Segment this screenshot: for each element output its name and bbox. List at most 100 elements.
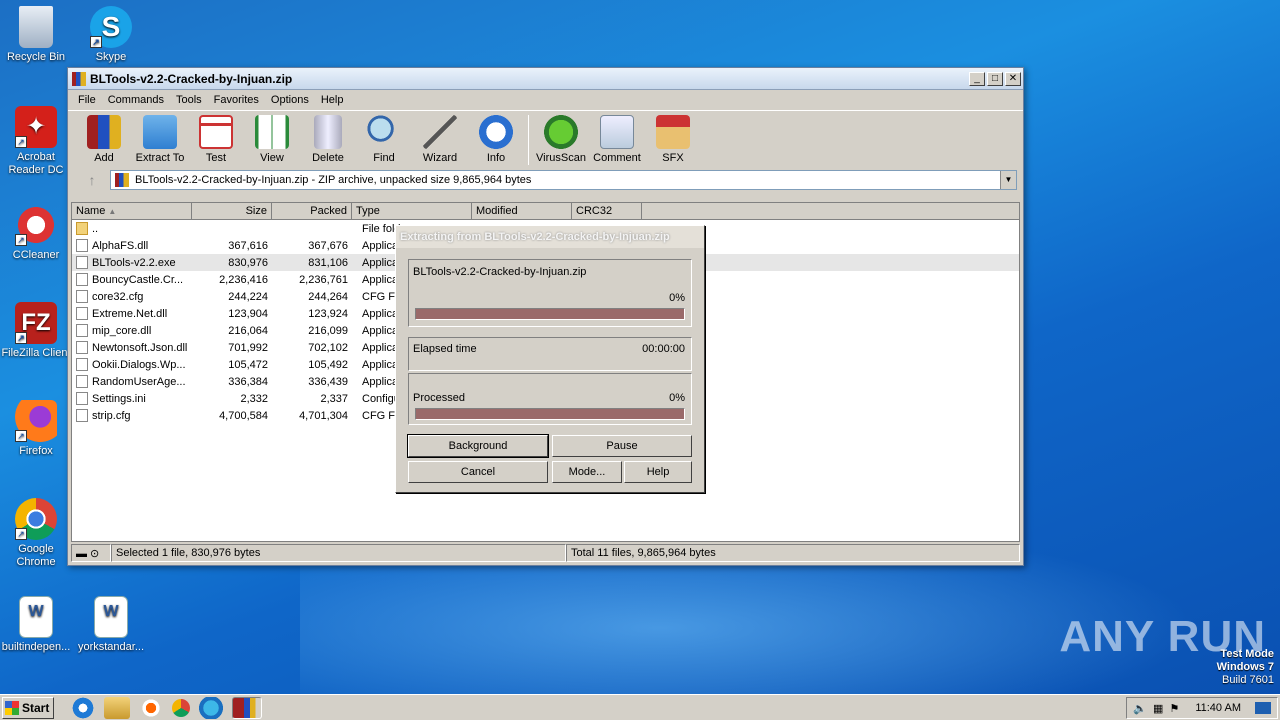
- close-button[interactable]: ✕: [1005, 71, 1021, 86]
- file-icon: [76, 392, 88, 405]
- file-icon: [76, 273, 88, 286]
- edge-taskbar-icon[interactable]: [198, 696, 224, 719]
- show-desktop-button[interactable]: [1255, 702, 1271, 714]
- shortcut-arrow-icon: ↗: [15, 332, 27, 344]
- virusscan-button[interactable]: VirusScan: [533, 115, 589, 164]
- file-name: Settings.ini: [92, 392, 146, 405]
- status-total: Total 11 files, 9,865,964 bytes: [566, 544, 1020, 562]
- file-packed: 367,676: [308, 239, 348, 252]
- test-mode-label: Test Mode Windows 7 Build 7601: [1217, 648, 1274, 687]
- column-packed[interactable]: Packed: [272, 203, 352, 219]
- cancel-button[interactable]: Cancel: [408, 461, 548, 483]
- file-size: 244,224: [228, 290, 268, 303]
- desktop-icon-word-doc-1[interactable]: W builtindepen...: [0, 596, 72, 654]
- book-icon: [255, 115, 289, 149]
- address-field[interactable]: BLTools-v2.2-Cracked-by-Injuan.zip - ZIP…: [110, 170, 1017, 190]
- menu-favorites[interactable]: Favorites: [208, 94, 265, 106]
- desktop-icon-label: Recycle Bin: [6, 51, 66, 63]
- extract-to-button[interactable]: Extract To: [132, 115, 188, 164]
- maximize-button[interactable]: □: [987, 71, 1003, 86]
- file-size: 2,236,416: [219, 273, 268, 286]
- minimize-button[interactable]: _: [969, 71, 985, 86]
- address-bar: ↑ BLTools-v2.2-Cracked-by-Injuan.zip - Z…: [68, 168, 1023, 192]
- ie-taskbar-icon[interactable]: [70, 696, 96, 719]
- file-name-cell: mip_core.dll: [72, 324, 192, 337]
- desktop-icon-label: Acrobat Reader DC: [8, 151, 64, 176]
- column-name[interactable]: Name ▲: [72, 203, 192, 219]
- winrar-icon: [72, 71, 86, 86]
- sort-up-icon: ▲: [108, 207, 117, 216]
- file-icon: [76, 358, 88, 371]
- start-button[interactable]: Start: [2, 696, 54, 719]
- archive-name: BLTools-v2.2-Cracked-by-Injuan.zip: [413, 266, 587, 278]
- pause-button[interactable]: Pause: [552, 435, 692, 457]
- explorer-taskbar-icon[interactable]: [104, 696, 130, 719]
- file-name-cell: BLTools-v2.2.exe: [72, 256, 192, 269]
- window-titlebar[interactable]: BLTools-v2.2-Cracked-by-Injuan.zip _ □ ✕: [68, 68, 1023, 90]
- info-button[interactable]: Info: [468, 115, 524, 164]
- folder-icon: [143, 115, 177, 149]
- clock[interactable]: 11:40 AM: [1195, 702, 1241, 714]
- up-arrow-icon[interactable]: ↑: [74, 170, 110, 190]
- file-icon: [76, 375, 88, 388]
- column-crc32[interactable]: CRC32: [572, 203, 642, 219]
- tool-label: Info: [486, 152, 506, 164]
- comment-icon: [600, 115, 634, 149]
- menu-file[interactable]: File: [72, 94, 102, 106]
- view-button[interactable]: View: [244, 115, 300, 164]
- taskbar: Start 🔈 ▦ ⚑ 11:40 AM: [0, 694, 1280, 720]
- file-name: strip.cfg: [92, 409, 131, 422]
- elapsed-value: 00:00:00: [642, 343, 685, 355]
- winrar-taskbar-icon[interactable]: [232, 696, 262, 719]
- add-button[interactable]: Add: [76, 115, 132, 164]
- acrobat-icon: ✦ ↗: [15, 106, 57, 148]
- sfx-button[interactable]: SFX: [645, 115, 701, 164]
- desktop-icon-acrobat[interactable]: ✦ ↗ Acrobat Reader DC: [0, 106, 72, 177]
- desktop-icon-firefox[interactable]: ↗ Firefox: [0, 400, 72, 458]
- desktop-icon-filezilla[interactable]: FZ ↗ FileZilla Client: [0, 302, 72, 360]
- file-packed: 336,439: [308, 375, 348, 388]
- desktop-icon-recycle-bin[interactable]: Recycle Bin: [0, 6, 72, 64]
- file-icon: [76, 341, 88, 354]
- menu-tools[interactable]: Tools: [170, 94, 208, 106]
- file-name: BLTools-v2.2.exe: [92, 256, 176, 269]
- build-line: Build 7601: [1222, 674, 1274, 686]
- clipboard-check-icon: [199, 115, 233, 149]
- file-packed: 2,337: [320, 392, 348, 405]
- delete-button[interactable]: Delete: [300, 115, 356, 164]
- virus-icon: [544, 115, 578, 149]
- firefox-icon: ↗: [15, 400, 57, 442]
- desktop-icon-ccleaner[interactable]: ↗ CCleaner: [0, 204, 72, 262]
- filezilla-icon: FZ ↗: [15, 302, 57, 344]
- file-list-header: Name ▲ Size Packed Type Modified CRC32: [72, 203, 1019, 220]
- column-size[interactable]: Size: [192, 203, 272, 219]
- mode-button[interactable]: Mode...: [552, 461, 622, 483]
- column-modified[interactable]: Modified: [472, 203, 572, 219]
- flag-icon[interactable]: ⚑: [1169, 702, 1179, 715]
- file-name-cell: BouncyCastle.Cr...: [72, 273, 192, 286]
- chrome-taskbar-icon[interactable]: [172, 698, 190, 717]
- file-packed: 244,264: [308, 290, 348, 303]
- desktop-icon-chrome[interactable]: ↗ Google Chrome: [0, 498, 72, 569]
- address-text: BLTools-v2.2-Cracked-by-Injuan.zip - ZIP…: [135, 174, 532, 186]
- desktop-icon-skype[interactable]: S ↗ Skype: [75, 6, 147, 64]
- wizard-button[interactable]: Wizard: [412, 115, 468, 164]
- volume-icon[interactable]: 🔈: [1133, 702, 1147, 715]
- help-button[interactable]: Help: [624, 461, 692, 483]
- dialog-title[interactable]: Extracting from BLTools-v2.2-Cracked-by-…: [396, 226, 704, 248]
- comment-button[interactable]: Comment: [589, 115, 645, 164]
- tool-label: Test: [205, 152, 227, 164]
- recycle-bin-icon: [19, 6, 53, 48]
- network-icon[interactable]: ▦: [1153, 702, 1163, 715]
- desktop-icon-word-doc-2[interactable]: W yorkstandar...: [75, 596, 147, 654]
- find-button[interactable]: Find: [356, 115, 412, 164]
- menu-commands[interactable]: Commands: [102, 94, 170, 106]
- test-button[interactable]: Test: [188, 115, 244, 164]
- background-button[interactable]: Background: [407, 434, 549, 458]
- windows-flag-icon: [5, 700, 19, 715]
- media-player-taskbar-icon[interactable]: [138, 696, 164, 719]
- menu-options[interactable]: Options: [265, 94, 315, 106]
- column-type[interactable]: Type: [352, 203, 472, 219]
- menu-help[interactable]: Help: [315, 94, 350, 106]
- chevron-down-icon[interactable]: ▼: [1000, 171, 1016, 189]
